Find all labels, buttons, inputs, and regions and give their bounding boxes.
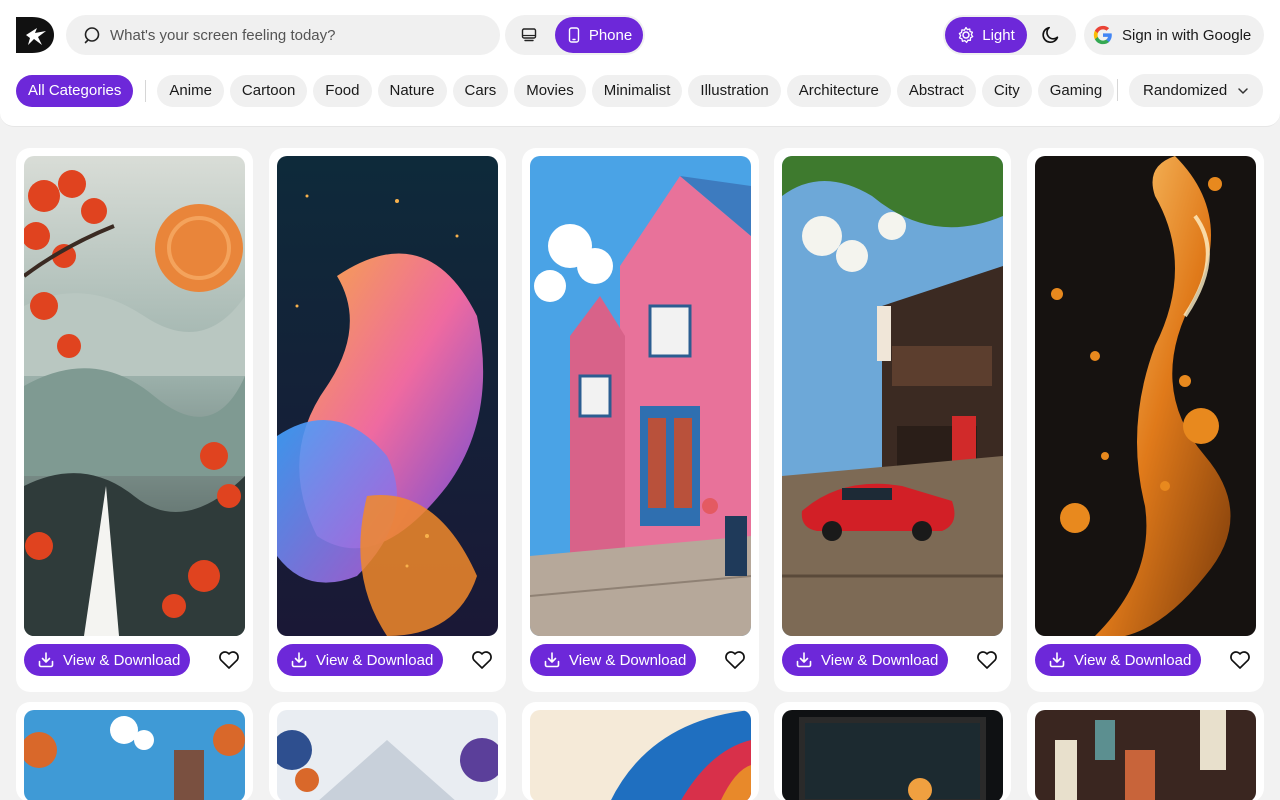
- wallpaper-image[interactable]: [24, 710, 245, 800]
- street-image: [530, 156, 751, 636]
- chevron-down-icon: [1238, 88, 1248, 94]
- wallpaper-card: [774, 702, 1011, 800]
- view-download-label: View & Download: [316, 651, 434, 669]
- download-icon: [544, 652, 560, 668]
- category-abstract[interactable]: Abstract: [896, 74, 976, 107]
- sort-label: Randomized: [1143, 82, 1228, 99]
- heart-icon[interactable]: [724, 650, 746, 670]
- wallpaper-image[interactable]: [782, 156, 1003, 636]
- wallpaper-card: [522, 702, 759, 800]
- download-icon: [38, 652, 54, 668]
- card-actions: View & Download: [530, 636, 751, 684]
- category-gaming[interactable]: Gaming: [1037, 74, 1115, 107]
- dark-theme-button[interactable]: [1039, 23, 1063, 47]
- wallpaper-card: View & Download: [269, 148, 506, 692]
- theme-toggle: Light: [943, 15, 1076, 55]
- search-icon: [84, 27, 100, 44]
- wallpaper-card: View & Download: [16, 148, 253, 692]
- wallpaper-card: View & Download: [774, 148, 1011, 692]
- wallpaper-image[interactable]: [530, 710, 751, 800]
- category-architecture[interactable]: Architecture: [786, 74, 891, 107]
- logo-icon[interactable]: [16, 17, 54, 53]
- wallpaper-preview: [530, 710, 751, 800]
- monitor-icon: [521, 28, 537, 42]
- car-alley-image: [782, 156, 1003, 636]
- wallpaper-image[interactable]: [1035, 156, 1256, 636]
- wallpaper-preview: [24, 710, 245, 800]
- wallpaper-preview: [277, 710, 498, 800]
- category-anime[interactable]: Anime: [157, 74, 224, 107]
- wallpaper-image[interactable]: [782, 710, 1003, 800]
- category-nature[interactable]: Nature: [377, 74, 447, 107]
- light-theme-button[interactable]: Light: [945, 17, 1027, 53]
- search-bar[interactable]: [66, 15, 500, 55]
- search-input[interactable]: [110, 26, 470, 44]
- wallpaper-card: [269, 702, 506, 800]
- gear-icon: [958, 26, 974, 44]
- phone-icon: [568, 27, 580, 43]
- category-movies[interactable]: Movies: [514, 74, 586, 107]
- signin-label: Sign in with Google: [1122, 26, 1252, 44]
- view-download-button[interactable]: View & Download: [24, 644, 190, 676]
- desktop-button[interactable]: [509, 17, 549, 53]
- wallpaper-card: View & Download: [522, 148, 759, 692]
- wallpaper-card: [16, 702, 253, 800]
- category-all[interactable]: All Categories: [16, 74, 134, 107]
- google-signin-button[interactable]: Sign in with Google: [1084, 15, 1264, 55]
- wallpaper-preview: [1035, 710, 1256, 800]
- molten-image: [1035, 156, 1256, 636]
- heart-icon[interactable]: [471, 650, 493, 670]
- abstract-image: [277, 156, 498, 636]
- sort-select[interactable]: Randomized: [1129, 74, 1263, 107]
- heart-icon[interactable]: [218, 650, 240, 670]
- view-download-button[interactable]: View & Download: [782, 644, 948, 676]
- wallpaper-image[interactable]: [24, 156, 245, 636]
- heart-icon[interactable]: [976, 650, 998, 670]
- view-download-label: View & Download: [569, 651, 687, 669]
- card-actions: View & Download: [782, 636, 1003, 684]
- category-cars[interactable]: Cars: [452, 74, 509, 107]
- top-header: Phone Light Sign in with Google All Cate…: [0, 0, 1280, 127]
- download-icon: [291, 652, 307, 668]
- wallpaper-image[interactable]: [277, 710, 498, 800]
- phone-label: Phone: [588, 26, 633, 44]
- wallpaper-image[interactable]: [1035, 710, 1256, 800]
- sort-divider: [1117, 79, 1118, 101]
- card-actions: View & Download: [277, 636, 498, 684]
- category-illustration[interactable]: Illustration: [688, 74, 781, 107]
- moon-icon: [1042, 26, 1059, 44]
- card-actions: View & Download: [24, 636, 245, 684]
- heart-icon[interactable]: [1229, 650, 1251, 670]
- category-minimalist[interactable]: Minimalist: [591, 74, 683, 107]
- category-bar: All Categories Anime Cartoon Food Nature…: [16, 74, 1120, 107]
- wallpaper-card: View & Download: [1027, 148, 1264, 692]
- landscape-image: [24, 156, 245, 636]
- view-download-label: View & Download: [1074, 651, 1192, 669]
- light-theme-label: Light: [982, 26, 1015, 44]
- device-toggle: Phone: [505, 15, 645, 55]
- view-download-label: View & Download: [63, 651, 181, 669]
- category-food[interactable]: Food: [313, 74, 372, 107]
- view-download-label: View & Download: [821, 651, 939, 669]
- wallpaper-image[interactable]: [277, 156, 498, 636]
- phone-button[interactable]: Phone: [555, 17, 643, 53]
- wallpaper-card: [1027, 702, 1264, 800]
- wallpaper-image[interactable]: [530, 156, 751, 636]
- category-cartoon[interactable]: Cartoon: [229, 74, 308, 107]
- view-download-button[interactable]: View & Download: [277, 644, 443, 676]
- card-actions: View & Download: [1035, 636, 1256, 684]
- wallpaper-preview: [782, 710, 1003, 800]
- category-divider: [145, 79, 147, 102]
- download-icon: [1049, 652, 1065, 668]
- download-icon: [796, 652, 812, 668]
- view-download-button[interactable]: View & Download: [1035, 644, 1201, 676]
- google-icon: [1093, 25, 1112, 45]
- category-city[interactable]: City: [981, 74, 1032, 107]
- view-download-button[interactable]: View & Download: [530, 644, 696, 676]
